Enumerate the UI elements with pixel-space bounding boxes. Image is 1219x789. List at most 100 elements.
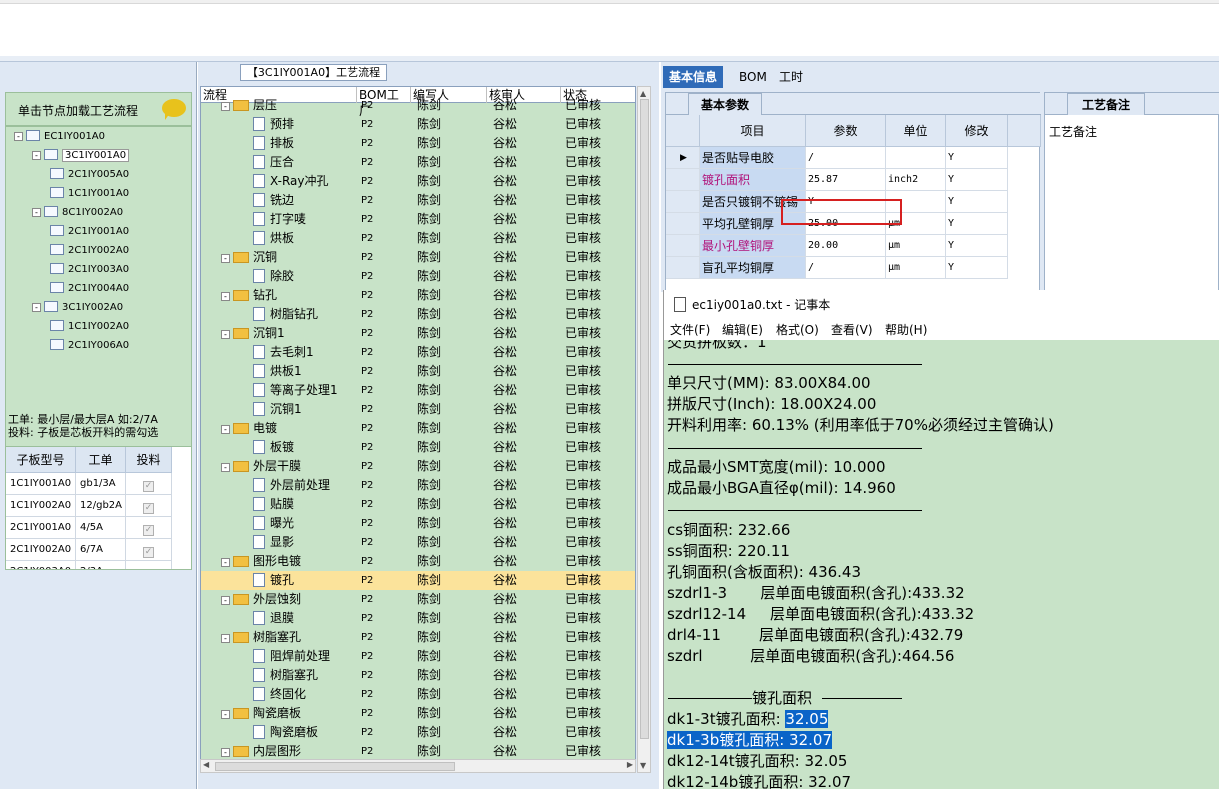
remark-title[interactable]: 工艺备注 <box>1067 93 1146 115</box>
process-row[interactable]: 烘板1 P2 陈剑 谷松 已审核 <box>201 362 635 381</box>
process-row[interactable]: 除胶 P2 陈剑 谷松 已审核 <box>201 267 635 286</box>
process-row[interactable]: 树脂钻孔 P2 陈剑 谷松 已审核 <box>201 305 635 324</box>
subboard-feed-cell[interactable]: ✓ <box>126 495 172 517</box>
params-col-header[interactable]: 单位 <box>886 115 946 147</box>
tab-basic-info[interactable]: 基本信息 <box>663 66 724 88</box>
feed-checkbox[interactable]: ✓ <box>143 547 154 558</box>
row-indicator[interactable] <box>666 191 700 213</box>
collapse-icon[interactable]: - <box>221 596 230 605</box>
collapse-icon[interactable]: - <box>221 330 230 339</box>
process-row[interactable]: 铣边 P2 陈剑 谷松 已审核 <box>201 191 635 210</box>
menu-help[interactable]: 帮助(H) <box>885 321 927 338</box>
process-row[interactable]: 去毛刺1 P2 陈剑 谷松 已审核 <box>201 343 635 362</box>
subboard-col-header[interactable]: 子板型号 <box>6 447 76 473</box>
vertical-scrollbar[interactable]: ▲ ▼ <box>637 86 651 773</box>
tree-node[interactable]: 1C1IY001A0 <box>50 185 129 203</box>
scroll-up-icon[interactable]: ▲ <box>640 89 646 98</box>
row-indicator[interactable] <box>666 235 700 257</box>
process-row[interactable]: 打字唛 P2 陈剑 谷松 已审核 <box>201 210 635 229</box>
subboard-model[interactable]: 2C1IY001A0 <box>6 517 76 539</box>
process-row[interactable]: 贴膜 P2 陈剑 谷松 已审核 <box>201 495 635 514</box>
scroll-right-icon[interactable]: ▶ <box>627 760 633 769</box>
notepad-titlebar[interactable]: ec1iy001a0.txt - 记事本 <box>664 290 1219 318</box>
tree-node[interactable]: 2C1IY002A0 <box>50 242 129 260</box>
subboard-order[interactable]: 6/7A <box>76 539 126 561</box>
menu-view[interactable]: 查看(V) <box>831 321 873 338</box>
process-row[interactable]: - 钻孔 P2 陈剑 谷松 已审核 <box>201 286 635 305</box>
process-row[interactable]: - 外层干膜 P2 陈剑 谷松 已审核 <box>201 457 635 476</box>
subboard-order[interactable]: 12/gb2A <box>76 495 126 517</box>
subboard-model[interactable]: 2C1IY002A0 <box>6 539 76 561</box>
load-process-button[interactable]: 单击节点加载工艺流程 <box>5 92 192 126</box>
notepad-text-area[interactable]: 交货拼板数：1 单只尺寸(MM): 83.00X84.00 拼版尺寸(Inch)… <box>664 340 1219 789</box>
tree-node[interactable]: 2C1IY003A0 <box>50 261 129 279</box>
collapse-icon[interactable]: - <box>32 151 41 160</box>
params-col-header[interactable]: 修改 <box>946 115 1008 147</box>
tree-node[interactable]: - EC1IY001A0 <box>14 128 105 146</box>
process-row[interactable]: - 沉铜1 P2 陈剑 谷松 已审核 <box>201 324 635 343</box>
collapse-icon[interactable]: - <box>32 208 41 217</box>
param-modify[interactable]: Y <box>946 191 1008 213</box>
process-row[interactable]: 外层前处理 P2 陈剑 谷松 已审核 <box>201 476 635 495</box>
collapse-icon[interactable]: - <box>221 102 230 111</box>
subboard-feed-cell[interactable]: ✓ <box>126 473 172 495</box>
feed-checkbox[interactable]: ✓ <box>143 503 154 514</box>
params-col-header[interactable] <box>1008 115 1041 147</box>
subboard-feed-cell[interactable]: ✓ <box>126 539 172 561</box>
process-row[interactable]: 终固化 P2 陈剑 谷松 已审核 <box>201 685 635 704</box>
subboard-model[interactable]: 1C1IY001A0 <box>6 473 76 495</box>
collapse-icon[interactable]: - <box>221 463 230 472</box>
process-row[interactable]: - 图形电镀 P2 陈剑 谷松 已审核 <box>201 552 635 571</box>
param-modify[interactable]: Y <box>946 235 1008 257</box>
process-row[interactable]: - 层压 P2 陈剑 谷松 已审核 <box>201 96 635 115</box>
tree-node[interactable]: 2C1IY001A0 <box>50 223 129 241</box>
scroll-down-icon[interactable]: ▼ <box>640 761 646 770</box>
process-row[interactable]: - 陶瓷磨板 P2 陈剑 谷松 已审核 <box>201 704 635 723</box>
process-row[interactable]: 板镀 P2 陈剑 谷松 已审核 <box>201 438 635 457</box>
process-row[interactable]: 退膜 P2 陈剑 谷松 已审核 <box>201 609 635 628</box>
param-value[interactable]: 25.87 <box>806 169 886 191</box>
subboard-model[interactable]: 2C1IY003A0 <box>6 561 76 569</box>
collapse-icon[interactable]: - <box>14 132 23 141</box>
tree-node[interactable]: 2C1IY006A0 <box>50 337 129 355</box>
collapse-icon[interactable]: - <box>221 292 230 301</box>
param-modify[interactable]: Y <box>946 257 1008 279</box>
tab-bom[interactable]: BOM <box>733 66 773 88</box>
process-row[interactable]: 等离子处理1 P2 陈剑 谷松 已审核 <box>201 381 635 400</box>
basic-params-title[interactable]: 基本参数 <box>688 93 763 115</box>
subboard-feed-cell[interactable]: ✓ <box>126 517 172 539</box>
param-modify[interactable]: Y <box>946 147 1008 169</box>
process-row[interactable]: X-Ray冲孔 P2 陈剑 谷松 已审核 <box>201 172 635 191</box>
tree-node[interactable]: - 8C1IY002A0 <box>32 204 123 222</box>
collapse-icon[interactable]: - <box>221 425 230 434</box>
collapse-icon[interactable]: - <box>221 254 230 263</box>
row-indicator[interactable] <box>666 257 700 279</box>
process-tab-title[interactable]: 【3C1IY001A0】工艺流程 <box>240 64 387 81</box>
param-modify[interactable]: Y <box>946 213 1008 235</box>
row-indicator[interactable] <box>666 169 700 191</box>
tree-node[interactable]: - 3C1IY001A0 <box>32 147 130 165</box>
process-row[interactable]: 阻焊前处理 P2 陈剑 谷松 已审核 <box>201 647 635 666</box>
param-unit[interactable] <box>886 147 946 169</box>
process-row[interactable]: 沉铜1 P2 陈剑 谷松 已审核 <box>201 400 635 419</box>
process-row[interactable]: 预排 P2 陈剑 谷松 已审核 <box>201 115 635 134</box>
process-row[interactable]: 压合 P2 陈剑 谷松 已审核 <box>201 153 635 172</box>
process-row[interactable]: 曝光 P2 陈剑 谷松 已审核 <box>201 514 635 533</box>
feed-checkbox[interactable]: ✓ <box>143 569 154 570</box>
process-row[interactable]: 显影 P2 陈剑 谷松 已审核 <box>201 533 635 552</box>
params-col-header[interactable] <box>666 115 700 147</box>
subboard-order[interactable]: gb1/3A <box>76 473 126 495</box>
param-value[interactable]: / <box>806 257 886 279</box>
tab-hours[interactable]: 工时 <box>773 66 809 88</box>
tree-node[interactable]: 2C1IY005A0 <box>50 166 129 184</box>
collapse-icon[interactable]: - <box>221 710 230 719</box>
feed-checkbox[interactable]: ✓ <box>143 525 154 536</box>
param-modify[interactable]: Y <box>946 169 1008 191</box>
process-row[interactable]: 烘板 P2 陈剑 谷松 已审核 <box>201 229 635 248</box>
subboard-col-header[interactable]: 工单 <box>76 447 126 473</box>
process-row[interactable]: 镀孔 P2 陈剑 谷松 已审核 <box>201 571 635 590</box>
subboard-order[interactable]: 2/3A <box>76 561 126 569</box>
subboard-col-header[interactable]: 投料 <box>126 447 172 473</box>
param-unit[interactable]: inch2 <box>886 169 946 191</box>
collapse-icon[interactable]: - <box>221 558 230 567</box>
